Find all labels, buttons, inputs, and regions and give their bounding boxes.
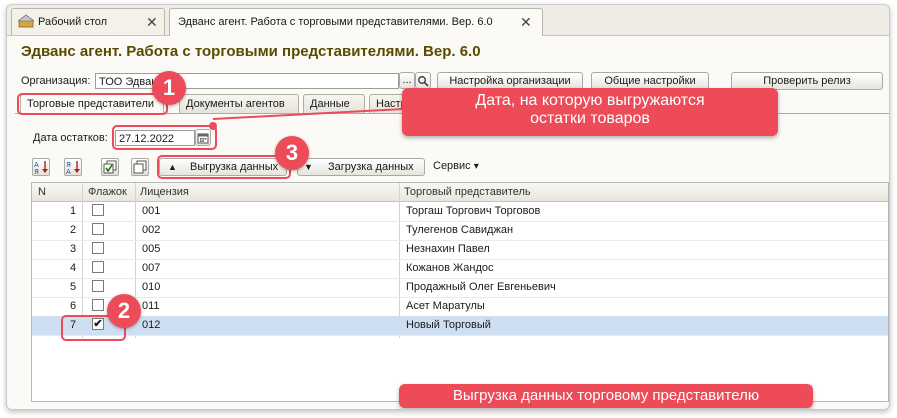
service-label: Сервис xyxy=(433,160,471,172)
uncheck-all-icon xyxy=(133,160,147,174)
callout-leader-dot xyxy=(209,122,217,130)
table-row[interactable]: 5 010 Продажный Олег Евгеньевич xyxy=(32,278,888,298)
row-license: 002 xyxy=(142,224,161,236)
callout-date-line2: остатки товаров xyxy=(530,110,650,127)
highlight-sales-reps-tab xyxy=(17,93,168,115)
step-badge-1: 1 xyxy=(152,71,186,105)
desktop-icon xyxy=(18,14,34,28)
row-checkbox[interactable] xyxy=(92,299,104,311)
table-row[interactable]: 4 007 Кожанов Жандос xyxy=(32,259,888,279)
tab-desktop-label: Рабочий стол xyxy=(38,16,108,28)
row-agent: Продажный Олег Евгеньевич xyxy=(406,281,556,293)
table-row[interactable]: 1 001 Торгаш Торгович Торговов xyxy=(32,202,888,222)
table-row[interactable]: 2 002 Тулегенов Савиджан xyxy=(32,221,888,241)
window-tab-bar: Рабочий стол ✕ Эдванс агент. Работа с то… xyxy=(7,5,889,36)
row-license: 011 xyxy=(142,300,160,312)
org-select-button[interactable]: ... xyxy=(399,72,415,89)
row-number: 2 xyxy=(70,224,77,236)
callout-date-line1: Дата, на которую выгружаются xyxy=(475,92,705,109)
row-license: 012 xyxy=(142,319,161,331)
row-number: 4 xyxy=(70,262,77,274)
highlight-date-field xyxy=(112,125,217,150)
check-all-icon xyxy=(103,160,117,174)
service-menu[interactable]: Сервис ▾ xyxy=(433,160,479,172)
page-title: Эдванс агент. Работа с торговыми предста… xyxy=(21,43,481,60)
sort-ascending-button[interactable]: A Я xyxy=(32,158,50,176)
svg-text:Я: Я xyxy=(34,168,39,175)
row-agent: Новый Торговый xyxy=(406,319,491,331)
column-header-license[interactable]: Лицензия xyxy=(140,186,189,198)
row-license: 001 xyxy=(142,205,161,217)
search-icon xyxy=(418,76,429,87)
tab-agent-work-label: Эдванс агент. Работа с торговыми предста… xyxy=(178,16,493,28)
row-agent: Кожанов Жандос xyxy=(406,262,494,274)
highlight-upload-button xyxy=(157,155,291,179)
row-agent: Асет Маратулы xyxy=(406,300,485,312)
row-number: 5 xyxy=(70,281,77,293)
close-icon[interactable]: ✕ xyxy=(146,14,158,31)
row-checkbox[interactable] xyxy=(92,261,104,273)
row-checkbox[interactable] xyxy=(92,204,104,216)
column-header-flag[interactable]: Флажок xyxy=(88,186,127,198)
check-all-button[interactable] xyxy=(101,158,119,176)
download-data-label: Загрузка данных xyxy=(328,161,414,173)
app-window: Рабочий стол ✕ Эдванс агент. Работа с то… xyxy=(6,4,890,410)
tab-agent-docs[interactable]: Документы агентов xyxy=(179,94,299,113)
callout-date: Дата, на которую выгружаются остатки тов… xyxy=(402,88,778,136)
row-checkbox[interactable] xyxy=(92,242,104,254)
callout-upload: Выгрузка данных торговому представителю xyxy=(399,384,813,408)
row-license: 005 xyxy=(142,243,161,255)
step-badge-2: 2 xyxy=(107,294,141,328)
download-data-button[interactable]: ▼ Загрузка данных xyxy=(297,158,425,176)
date-label: Дата остатков: xyxy=(33,132,108,144)
step-badge-3: 3 xyxy=(275,136,309,170)
row-number: 3 xyxy=(70,243,77,255)
row-number: 6 xyxy=(70,300,77,312)
row-number: 1 xyxy=(70,205,77,217)
tab-agent-work[interactable]: Эдванс агент. Работа с торговыми предста… xyxy=(169,8,543,36)
row-license: 007 xyxy=(142,262,161,274)
svg-text:A: A xyxy=(66,168,71,175)
close-icon[interactable]: ✕ xyxy=(520,14,532,31)
table-row[interactable]: 6 011 Асет Маратулы xyxy=(32,297,888,317)
table-row[interactable]: 7 ✔ 012 Новый Торговый xyxy=(32,316,888,336)
column-header-n[interactable]: N xyxy=(38,186,46,198)
tab-desktop[interactable]: Рабочий стол ✕ xyxy=(11,8,165,35)
row-agent: Тулегенов Савиджан xyxy=(406,224,514,236)
agents-table: N Флажок Лицензия Торговый представитель… xyxy=(31,182,889,402)
org-search-button[interactable] xyxy=(415,72,431,89)
sort-descending-button[interactable]: Я A xyxy=(64,158,82,176)
org-label: Организация: xyxy=(21,75,91,87)
table-header: N Флажок Лицензия Торговый представитель xyxy=(32,183,888,202)
sort-descending-icon: Я A xyxy=(66,161,80,175)
chevron-down-icon: ▾ xyxy=(473,161,479,172)
row-agent: Незнахин Павел xyxy=(406,243,490,255)
row-agent: Торгаш Торгович Торговов xyxy=(406,205,541,217)
table-row[interactable]: 3 005 Незнахин Павел xyxy=(32,240,888,260)
sort-ascending-icon: A Я xyxy=(34,161,48,175)
uncheck-all-button[interactable] xyxy=(131,158,149,176)
row-checkbox[interactable] xyxy=(92,280,104,292)
row-license: 010 xyxy=(142,281,161,293)
row-checkbox[interactable] xyxy=(92,223,104,235)
column-header-agent[interactable]: Торговый представитель xyxy=(404,186,531,198)
org-field[interactable]: ТОО Эдванс xyxy=(95,73,399,89)
